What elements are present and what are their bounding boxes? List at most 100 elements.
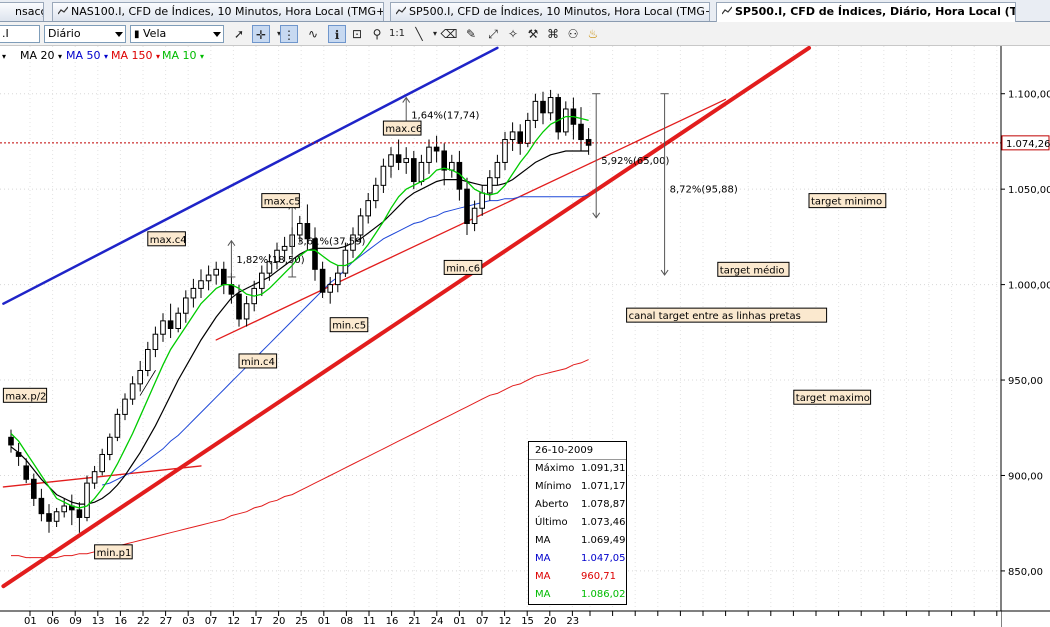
y-tick-label: 1.050,00: [1008, 185, 1050, 196]
zoom-fit-icon[interactable]: ⊡: [348, 25, 366, 43]
link-icon[interactable]: ⚇: [564, 25, 582, 43]
candle-body: [152, 333, 159, 350]
x-tick-label: 21: [408, 616, 421, 627]
symbol-select[interactable]: .I: [0, 25, 40, 43]
candle-body: [509, 131, 516, 141]
alarm-icon[interactable]: ♨: [584, 25, 602, 43]
data-row-ma150: MA 960,71: [535, 571, 616, 582]
ma150-legend[interactable]: MA 150 ▾: [111, 49, 160, 62]
zoom-reset-button[interactable]: 1:1: [388, 25, 406, 43]
candle-body: [84, 482, 90, 518]
ma10-series: [10, 115, 589, 509]
annotation: target maximo: [793, 389, 872, 405]
annotation-label: min.c6: [446, 263, 480, 274]
candle-body: [175, 312, 181, 330]
data-row-ma10: MA 1.086,02: [535, 589, 626, 600]
period-select[interactable]: Diário: [44, 25, 126, 43]
candle-body: [145, 348, 151, 371]
period-value: Diário: [48, 27, 81, 40]
indicator-icon[interactable]: ∿: [304, 25, 322, 43]
candle-body: [525, 119, 531, 144]
candle-body: [380, 165, 387, 186]
annotation-label: min.c5: [332, 321, 366, 332]
info-icon[interactable]: ℹ: [328, 25, 346, 43]
tab-label: SP500.I, CFD de Índices, Diário, Hora Lo…: [735, 5, 1015, 18]
annotation-label: min.c4: [241, 357, 275, 368]
x-tick-label: 16: [386, 616, 399, 627]
tab-label: NAS100.I, CFD de Índices, 10 Minutos, Ho…: [71, 5, 384, 18]
candle-body: [433, 146, 440, 152]
candle-body: [487, 177, 493, 194]
annotation-label: target médio: [720, 264, 785, 276]
move-icon[interactable]: ⤢: [484, 25, 502, 43]
tools-icon[interactable]: ⚒: [524, 25, 542, 43]
annotation: target minimo: [808, 193, 887, 209]
candle-body: [281, 245, 288, 251]
x-tick-label: 11: [363, 616, 376, 627]
annotation: min.c5: [329, 317, 369, 333]
ma-legend-arrow[interactable]: ▾: [2, 49, 6, 62]
candle-body: [61, 505, 68, 513]
candle-body: [449, 161, 455, 171]
current-price-label: 1.074,26: [1006, 139, 1050, 150]
candle-body: [319, 268, 326, 293]
candle-body: [563, 108, 569, 133]
chart-icon: [58, 6, 68, 15]
candle-body: [53, 511, 60, 522]
annotation: target médio: [717, 261, 790, 277]
candle-body: [99, 453, 106, 473]
eraser-icon[interactable]: ⌫: [440, 25, 458, 43]
wand-icon[interactable]: ✧: [504, 25, 522, 43]
grid-icon[interactable]: ⋮: [280, 25, 298, 43]
x-tick-label: 03: [182, 616, 195, 627]
candle-body: [547, 97, 554, 114]
ma50-legend[interactable]: MA 50 ▾: [66, 49, 108, 62]
crosshair-icon[interactable]: ✛: [252, 25, 270, 43]
candle-body: [395, 154, 402, 163]
x-tick-label: 07: [205, 616, 218, 627]
annotation-label: max.c6: [385, 124, 422, 135]
ma-legend: ▾ MA 20 ▾ MA 50 ▾ MA 150 ▾ MA 10 ▾: [0, 47, 1000, 63]
x-tick-label: 15: [521, 616, 534, 627]
x-tick-label: 12: [227, 616, 240, 627]
x-tick-label: 20: [273, 616, 286, 627]
magnet-icon[interactable]: ⌘: [544, 25, 562, 43]
price-chart[interactable]: 1,82%(18,50) 3,61%(37,59) 1,64%(17,74) 5,92…: [0, 46, 1050, 627]
toolbar: .I Diário ▮ Vela ➚ ✛ ▾ ⋮ ∿ ℹ ⊡ ⚲ 1:1 ╲ ▾…: [0, 22, 1050, 46]
ma10-legend[interactable]: MA 10 ▾: [162, 49, 204, 62]
tab-transaccao[interactable]: nsacção: [0, 2, 44, 21]
symbol-value: .I: [2, 27, 9, 40]
x-tick-label: 08: [340, 616, 353, 627]
candle-body: [213, 268, 219, 276]
pointer-icon[interactable]: ➚: [230, 25, 248, 43]
data-row-open: Aberto 1.078,87: [535, 499, 626, 510]
y-tick-label: 850,00: [1008, 567, 1043, 578]
data-row-ma50: MA 1.047,05: [535, 553, 626, 564]
candle-body: [578, 123, 584, 141]
candle-body: [137, 369, 143, 385]
candle-body: [517, 131, 524, 144]
candle-body: [122, 398, 128, 415]
annotation: max.p/2: [2, 387, 48, 403]
annotation-label: min.p1: [97, 548, 132, 559]
tab-sp500-10min[interactable]: SP500.I, CFD de Índices, 10 Minutos, Hor…: [390, 2, 710, 21]
pencil-icon[interactable]: ✎: [462, 25, 480, 43]
tab-nas100-10min[interactable]: NAS100.I, CFD de Índices, 10 Minutos, Ho…: [52, 2, 384, 21]
candle-body: [403, 158, 409, 163]
data-window: 26-10-2009 Máximo 1.091,31 Mínimo 1.071,17…: [528, 441, 627, 605]
candle-body: [91, 471, 98, 484]
candle-body: [76, 509, 83, 518]
ma20-legend[interactable]: MA 20 ▾: [20, 49, 62, 62]
candle-body: [342, 249, 349, 274]
chevron-down-icon: ▾: [58, 52, 63, 61]
x-tick-label: 01: [453, 616, 466, 627]
chart-style-select[interactable]: ▮ Vela: [130, 25, 224, 43]
candle-body: [114, 413, 121, 438]
annotation-label: target maximo: [796, 393, 870, 404]
x-tick-label: 27: [160, 616, 173, 627]
candle-body: [357, 215, 364, 236]
candle-body: [297, 223, 303, 236]
candle-body: [8, 436, 14, 446]
zoom-icon[interactable]: ⚲: [368, 25, 386, 43]
tab-sp500-daily[interactable]: SP500.I, CFD de Índices, Diário, Hora Lo…: [716, 2, 1016, 22]
